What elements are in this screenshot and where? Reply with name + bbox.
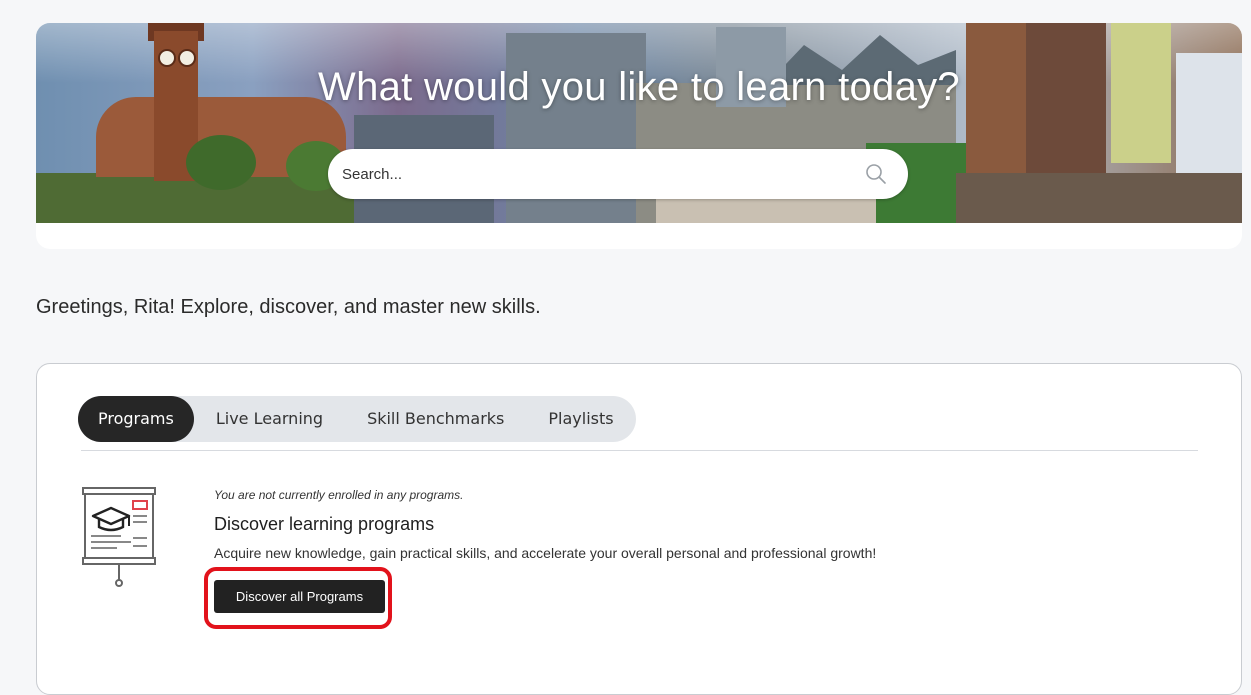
tab-playlists[interactable]: Playlists [526, 396, 635, 442]
discover-description: Acquire new knowledge, gain practical sk… [214, 545, 877, 561]
tab-programs[interactable]: Programs [78, 396, 194, 442]
enrollment-status: You are not currently enrolled in any pr… [214, 488, 464, 502]
greeting-text: Greetings, Rita! Explore, discover, and … [36, 296, 541, 318]
search-icon[interactable] [864, 162, 888, 186]
hero-title: What would you like to learn today? [318, 65, 960, 109]
tab-bar: Programs Live Learning Skill Benchmarks … [78, 396, 636, 442]
tab-live-learning[interactable]: Live Learning [194, 396, 345, 442]
learning-panel: Programs Live Learning Skill Benchmarks … [36, 363, 1242, 695]
hero-banner: What would you like to learn today? [36, 23, 1242, 249]
tab-skill-benchmarks[interactable]: Skill Benchmarks [345, 396, 526, 442]
presentation-board-icon [82, 487, 156, 587]
discover-all-programs-button[interactable]: Discover all Programs [214, 580, 385, 613]
search-bar[interactable] [328, 149, 908, 199]
search-input[interactable] [340, 153, 844, 195]
discover-title: Discover learning programs [214, 514, 435, 534]
tab-divider [81, 450, 1198, 451]
